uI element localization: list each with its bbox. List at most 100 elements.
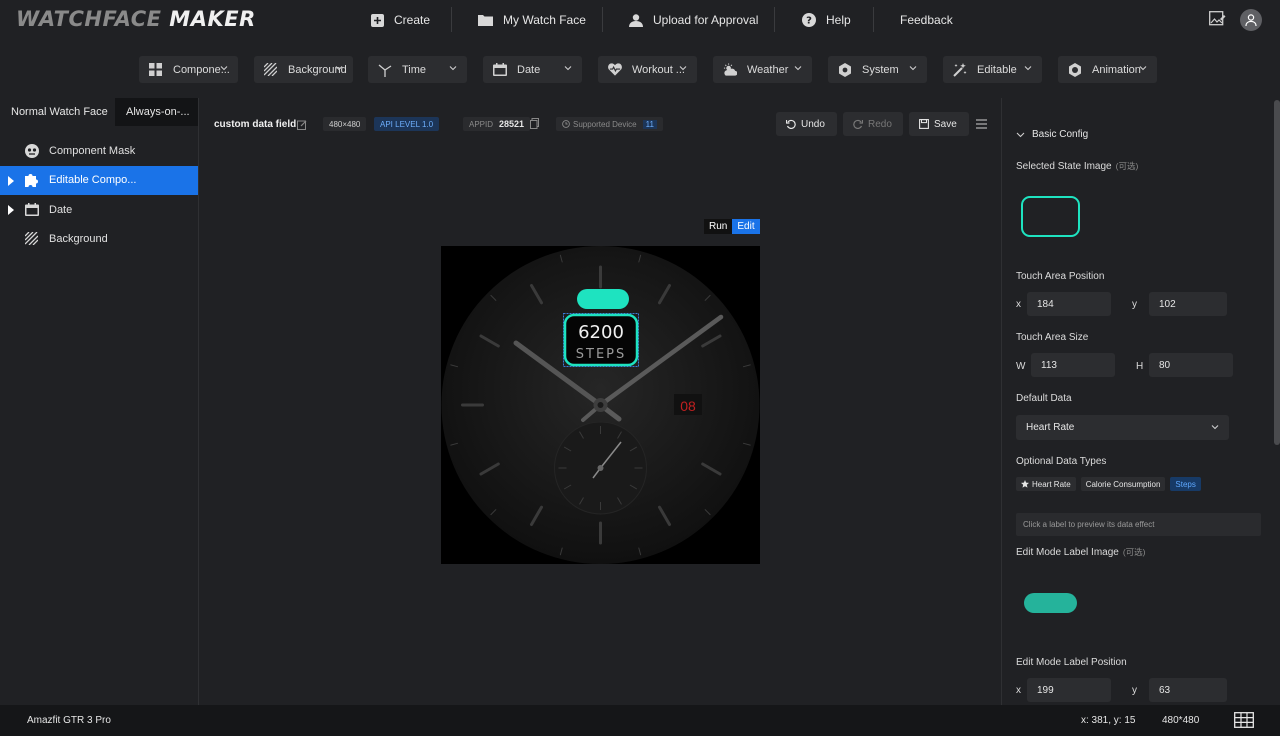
- chevron-down-icon: [335, 66, 343, 71]
- toolbar-animation[interactable]: Animation: [1058, 56, 1157, 83]
- grid-icon: [149, 62, 163, 77]
- tab-normal-watch-face[interactable]: Normal Watch Face: [0, 98, 115, 126]
- axis-y-label: y: [1132, 299, 1137, 310]
- tab-always-on[interactable]: Always-on-...: [115, 98, 198, 126]
- toolbar-workout[interactable]: Workout ...: [598, 56, 697, 83]
- watch-preview[interactable]: 08 6200 STEPS: [441, 246, 760, 564]
- date-window-value: 08: [680, 398, 696, 414]
- supported-device-count: 11: [642, 119, 657, 129]
- steps-value: 6200: [578, 322, 624, 343]
- top-right-icons: [1209, 9, 1262, 31]
- nav-feedback[interactable]: Feedback: [900, 0, 953, 40]
- heart-icon: [608, 62, 622, 77]
- nav-divider: [602, 7, 603, 32]
- nav-my-watch-face[interactable]: My Watch Face: [478, 0, 586, 40]
- expand-caret-icon[interactable]: [8, 175, 14, 186]
- toolbar-background[interactable]: Background: [254, 56, 353, 83]
- nav-help[interactable]: ? Help: [802, 0, 851, 40]
- supported-device-pill[interactable]: Supported Device 11: [556, 117, 663, 131]
- touch-height-input[interactable]: 80: [1149, 353, 1233, 377]
- grid-toggle-icon[interactable]: [1234, 712, 1254, 731]
- label-x-input[interactable]: 199: [1027, 678, 1111, 702]
- tag-calorie-consumption[interactable]: Calorie Consumption: [1080, 477, 1166, 491]
- project-name: custom data field: [214, 119, 297, 130]
- toolbar-date-label: Date: [517, 63, 541, 76]
- calendar-icon: [493, 62, 507, 77]
- chevron-down-icon: [1211, 425, 1219, 430]
- chevron-down-icon: [1139, 66, 1147, 71]
- tag-steps[interactable]: Steps: [1170, 477, 1201, 491]
- rename-icon[interactable]: [297, 119, 307, 133]
- default-data-select[interactable]: Heart Rate: [1016, 415, 1229, 440]
- chevron-down-icon: [679, 66, 687, 71]
- undo-label: Undo: [801, 118, 825, 130]
- redo-icon: [853, 119, 863, 129]
- run-edit-toggle: Run Edit: [704, 219, 760, 234]
- undo-button[interactable]: Undo: [776, 112, 837, 136]
- tree-item-editable-component[interactable]: Editable Compo...: [0, 165, 198, 195]
- chevron-down-icon: [1016, 132, 1025, 138]
- tree-item-label: Component Mask: [49, 144, 136, 157]
- edit-button[interactable]: Edit: [732, 219, 760, 234]
- toolbar-weather[interactable]: Weather: [713, 56, 812, 83]
- nav-create[interactable]: Create: [371, 0, 430, 40]
- toolbar-time[interactable]: Time: [368, 56, 467, 83]
- optional-data-types-label: Optional Data Types: [1016, 456, 1107, 467]
- tree-item-date[interactable]: Date: [0, 195, 198, 225]
- optional-data-tags: Heart Rate Calorie Consumption Steps: [1016, 477, 1206, 491]
- toolbar-animation-label: Animation: [1092, 63, 1141, 76]
- save-button[interactable]: Save: [909, 112, 969, 136]
- touch-width-input[interactable]: 113: [1031, 353, 1115, 377]
- redo-button[interactable]: Redo: [843, 112, 903, 136]
- nav-upload[interactable]: Upload for Approval: [629, 0, 758, 40]
- optional-hint: (可选): [1122, 547, 1146, 557]
- menu-icon[interactable]: [976, 118, 987, 132]
- svg-text:?: ?: [806, 16, 812, 27]
- layer-panel: Normal Watch Face Always-on-... Componen…: [0, 98, 199, 705]
- edit-mode-label-image-label: Edit Mode Label Image (可选): [1016, 546, 1146, 558]
- label-text: Edit Mode Label Image: [1016, 547, 1119, 558]
- toolbar-date[interactable]: Date: [483, 56, 582, 83]
- steps-label: STEPS: [576, 347, 627, 362]
- optional-hint: (可选): [1115, 161, 1139, 171]
- stripes-icon: [25, 232, 39, 246]
- gear-icon: [838, 62, 852, 77]
- tree-item-component-mask[interactable]: Component Mask: [0, 136, 198, 166]
- toolbar-system[interactable]: System: [828, 56, 927, 83]
- label-text: Selected State Image: [1016, 161, 1112, 172]
- chevron-down-icon: [909, 66, 917, 71]
- expand-caret-icon[interactable]: [8, 205, 14, 215]
- puzzle-icon: [25, 173, 39, 188]
- plus-square-icon: [371, 13, 384, 27]
- user-avatar-icon[interactable]: [1240, 9, 1262, 31]
- touch-y-input[interactable]: 102: [1149, 292, 1227, 316]
- edit-mode-label-image-preview[interactable]: [1024, 593, 1077, 613]
- selected-state-image-preview[interactable]: [1021, 196, 1080, 237]
- chevron-down-icon: [564, 66, 572, 71]
- device-name[interactable]: Amazfit GTR 3 Pro: [27, 715, 111, 726]
- tag-heart-rate[interactable]: Heart Rate: [1016, 477, 1076, 491]
- folder-icon: [478, 14, 493, 26]
- image-edit-icon[interactable]: [1209, 10, 1226, 30]
- supported-device-label: Supported Device: [573, 119, 637, 129]
- toolbar-editable[interactable]: Editable: [943, 56, 1042, 83]
- touch-x-input[interactable]: 184: [1027, 292, 1111, 316]
- default-data-label: Default Data: [1016, 393, 1072, 404]
- scrollbar-thumb[interactable]: [1274, 100, 1280, 445]
- basic-config-header[interactable]: Basic Config: [1016, 129, 1088, 140]
- toolbar-components[interactable]: Compone...: [139, 56, 238, 83]
- tree-item-label: Editable Compo...: [49, 174, 137, 187]
- label-y-input[interactable]: 63: [1149, 678, 1227, 702]
- nav-divider: [451, 7, 452, 32]
- copy-icon[interactable]: [530, 118, 539, 132]
- tree-item-background[interactable]: Background: [0, 225, 198, 255]
- toolbar-time-label: Time: [402, 63, 427, 76]
- appid-label: APPID: [469, 119, 494, 129]
- top-bar: WATCHFACE MAKER Create My Watch Face Upl…: [0, 0, 1280, 40]
- properties-scrollbar[interactable]: [1274, 98, 1280, 705]
- run-button[interactable]: Run: [704, 219, 733, 234]
- properties-panel: Basic Config Selected State Image (可选) To…: [1001, 98, 1274, 705]
- nav-create-label: Create: [394, 13, 431, 27]
- chevron-down-icon: [449, 66, 457, 71]
- wand-icon: [953, 62, 967, 77]
